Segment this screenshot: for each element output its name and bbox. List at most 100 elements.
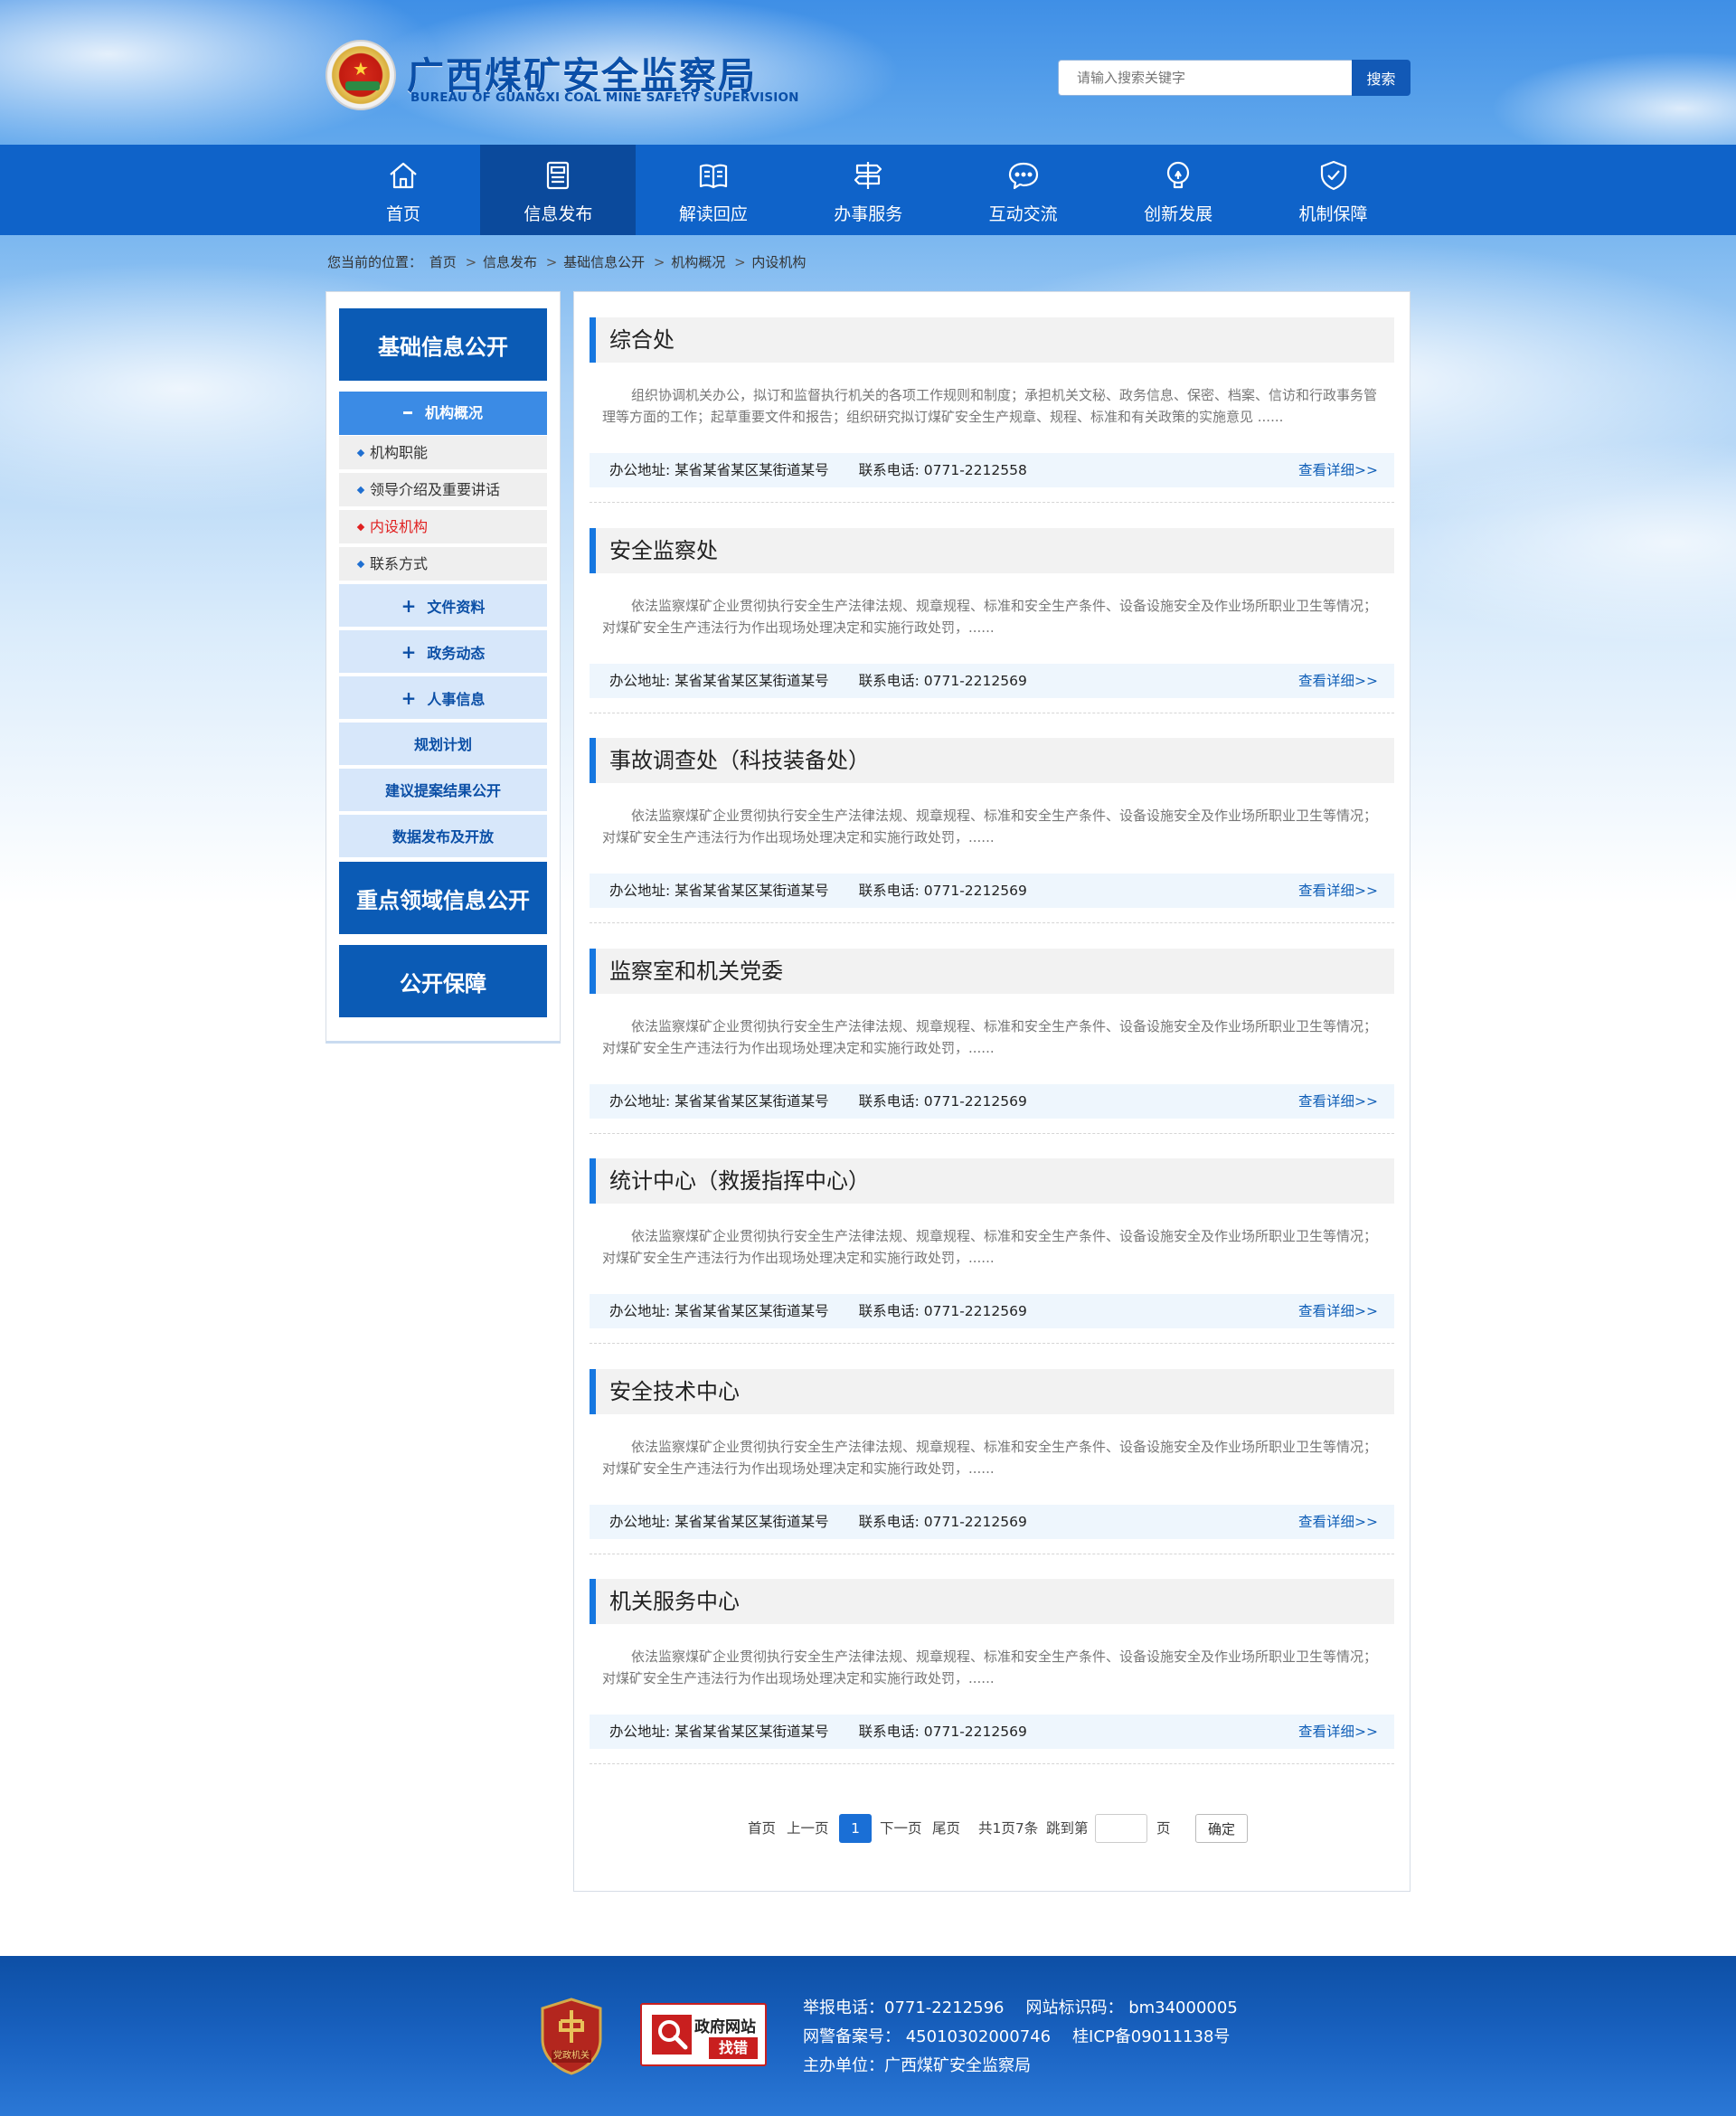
breadcrumb-item-info-release[interactable]: 信息发布 (483, 254, 537, 270)
entry-description: 依法监察煤矿企业贯彻执行安全生产法律法规、规章规程、标准和安全生产条件、设备设施… (602, 808, 1378, 845)
nav-item-home[interactable]: 首页 (326, 145, 480, 235)
search-button[interactable]: 搜索 (1352, 60, 1410, 96)
entry-phone: 联系电话: 0771-2212569 (858, 1093, 1027, 1110)
badge-text: 党政机关 (553, 2051, 590, 2061)
pager-summary: 共1页7条 (978, 1820, 1039, 1837)
newspaper-icon (547, 161, 570, 190)
entry-info: 办公地址: 某省某省某区某街道某号 联系电话: 0771-2212558 查看详… (590, 453, 1394, 487)
entry-title[interactable]: 机关服务中心 (590, 1579, 1394, 1624)
sidebar-sub-planning[interactable]: 规划计划 (339, 723, 547, 767)
entry-info: 办公地址: 某省某省某区某街道某号 联系电话: 0771-2212569 查看详… (590, 874, 1394, 908)
view-details-link[interactable]: 查看详细>> (1298, 874, 1378, 908)
breadcrumb-item-internal-org[interactable]: 内设机构 (751, 254, 806, 270)
view-details-link[interactable]: 查看详细>> (1298, 1715, 1378, 1749)
view-details-link[interactable]: 查看详细>> (1298, 453, 1378, 487)
sidebar-leaf-label: 联系方式 (370, 555, 429, 572)
sidebar-sub-gov-news[interactable]: + 政务动态 (339, 630, 547, 675)
icp-record[interactable]: 桂ICP备09011138号 (1072, 2027, 1230, 2046)
site-id: 网站标识码： bm34000005 (1025, 1998, 1238, 2017)
sidebar-section-guarantee[interactable]: 公开保障 (339, 945, 547, 1017)
pager-prev[interactable]: 上一页 (787, 1814, 829, 1843)
pager-next[interactable]: 下一页 (880, 1814, 922, 1843)
entry-info: 办公地址: 某省某省某区某街道某号 联系电话: 0771-2212569 查看详… (590, 664, 1394, 698)
nav-label: 机制保障 (1298, 204, 1368, 224)
entry-info: 办公地址: 某省某省某区某街道某号 联系电话: 0771-2212569 查看详… (590, 1715, 1394, 1749)
breadcrumb-separator: > (734, 254, 746, 270)
book-icon (699, 164, 727, 189)
entry-phone: 联系电话: 0771-2212558 (858, 462, 1027, 478)
sidebar-leaf-org-functions[interactable]: 机构职能 (339, 436, 547, 470)
nav-label: 解读回应 (678, 204, 748, 224)
gov-site-error-report-link[interactable]: 政府网站 找错 (640, 2003, 767, 2066)
org-entry: 安全技术中心 依法监察煤矿企业贯彻执行安全生产法律法规、规章规程、标准和安全生产… (590, 1369, 1394, 1554)
entry-description: 依法监察煤矿企业贯彻执行安全生产法律法规、规章规程、标准和安全生产条件、设备设施… (602, 1439, 1378, 1477)
org-entry: 综合处 组织协调机关办公，拟订和监督执行机关的各项工作规则和制度；承担机关文秘、… (590, 317, 1394, 503)
sidebar-leaf-internal-org[interactable]: 内设机构 (339, 510, 547, 544)
sidebar-leaf-contact[interactable]: 联系方式 (339, 547, 547, 581)
view-details-link[interactable]: 查看详细>> (1298, 1294, 1378, 1328)
breadcrumb-item-org-overview[interactable]: 机构概况 (671, 254, 725, 270)
site-header: ★ 广西煤矿安全监察局 BUREAU OF GUANGXI COAL MINE … (0, 0, 1736, 145)
pager-jump-label: 跳到第 (1046, 1820, 1089, 1837)
sidebar-sub-data-release[interactable]: 数据发布及开放 (339, 815, 547, 859)
breadcrumb-item-basic-info[interactable]: 基础信息公开 (563, 254, 645, 270)
breadcrumb: 您当前的位置： 首页 > 信息发布 > 基础信息公开 > 机构概况 > 内设机构 (327, 252, 808, 271)
nav-item-mechanism[interactable]: 机制保障 (1256, 145, 1410, 235)
org-entry: 统计中心（救援指挥中心） 依法监察煤矿企业贯彻执行安全生产法律法规、规章规程、标… (590, 1158, 1394, 1344)
view-details-link[interactable]: 查看详细>> (1298, 1505, 1378, 1539)
pager-unit: 页 (1156, 1820, 1171, 1837)
footer-info: 举报电话：0771-2212596 网站标识码： bm34000005 网警备案号… (803, 1994, 1238, 2081)
pager-last[interactable]: 尾页 (932, 1814, 960, 1843)
sidebar: 基础信息公开 机构概况 机构职能 领导介绍及重要讲话 内设机构 联系方式 + 文件… (326, 291, 561, 1044)
nav-item-services[interactable]: 办事服务 (790, 145, 945, 235)
search-input[interactable] (1058, 60, 1352, 96)
lightbulb-icon (1167, 161, 1190, 189)
main-nav: 首页 信息发布 解读回应 办事服务 互动交流 创新发展 机制保障 (0, 145, 1736, 235)
sidebar-sub-proposals[interactable]: 建议提案结果公开 (339, 769, 547, 813)
sidebar-sub-personnel[interactable]: + 人事信息 (339, 676, 547, 721)
site-logo[interactable]: ★ 广西煤矿安全监察局 BUREAU OF GUANGXI COAL MINE … (326, 40, 798, 112)
sidebar-leaf-label: 机构职能 (370, 444, 429, 461)
entry-title[interactable]: 安全技术中心 (590, 1369, 1394, 1414)
police-record: 网警备案号： 45010302000746 (803, 2027, 1052, 2046)
sidebar-leaf-label: 内设机构 (370, 518, 429, 535)
nav-item-innovation[interactable]: 创新发展 (1100, 145, 1255, 235)
pager-jump-input[interactable] (1095, 1814, 1147, 1843)
entry-title[interactable]: 统计中心（救援指挥中心） (590, 1158, 1394, 1204)
entry-title[interactable]: 事故调查处（科技装备处） (590, 738, 1394, 783)
nav-label: 首页 (385, 204, 420, 224)
pager-confirm-button[interactable]: 确定 (1195, 1814, 1248, 1843)
entry-phone: 联系电话: 0771-2212569 (858, 1303, 1027, 1319)
entry-phone: 联系电话: 0771-2212569 (858, 1514, 1027, 1530)
entry-info: 办公地址: 某省某省某区某街道某号 联系电话: 0771-2212569 查看详… (590, 1084, 1394, 1119)
sidebar-sub-label: 人事信息 (427, 691, 486, 708)
pager-current-page[interactable]: 1 (839, 1814, 872, 1843)
view-details-link[interactable]: 查看详细>> (1298, 1084, 1378, 1119)
sidebar-leaf-label: 领导介绍及重要讲话 (370, 481, 501, 498)
sidebar-leaf-leaders[interactable]: 领导介绍及重要讲话 (339, 473, 547, 507)
bullet-icon (356, 523, 365, 532)
plus-icon: + (401, 641, 417, 663)
entry-description: 依法监察煤矿企业贯彻执行安全生产法律法规、规章规程、标准和安全生产条件、设备设施… (602, 1228, 1378, 1266)
entry-info: 办公地址: 某省某省某区某街道某号 联系电话: 0771-2212569 查看详… (590, 1294, 1394, 1328)
plus-icon: + (401, 595, 417, 617)
sidebar-sub-label: 政务动态 (427, 645, 486, 662)
breadcrumb-item-home[interactable]: 首页 (429, 254, 457, 270)
sidebar-sub-org-overview[interactable]: 机构概况 (339, 392, 547, 435)
sidebar-section-basic-info[interactable]: 基础信息公开 (339, 308, 547, 381)
entry-title[interactable]: 监察室和机关党委 (590, 949, 1394, 994)
sidebar-sub-documents[interactable]: + 文件资料 (339, 584, 547, 628)
org-entry: 监察室和机关党委 依法监察煤矿企业贯彻执行安全生产法律法规、规章规程、标准和安全… (590, 949, 1394, 1134)
nav-item-info-release[interactable]: 信息发布 (480, 145, 636, 235)
nav-item-interpretation[interactable]: 解读回应 (636, 145, 790, 235)
pager-first[interactable]: 首页 (748, 1814, 776, 1843)
breadcrumb-separator: > (653, 254, 665, 270)
signpost-icon (854, 162, 882, 189)
sidebar-section-key-areas[interactable]: 重点领域信息公开 (339, 862, 547, 934)
nav-item-interaction[interactable]: 互动交流 (946, 145, 1100, 235)
view-details-link[interactable]: 查看详细>> (1298, 664, 1378, 698)
plus-icon: + (401, 687, 417, 709)
party-gov-badge-icon[interactable]: 党政机关 (539, 1998, 604, 2075)
entry-title[interactable]: 综合处 (590, 317, 1394, 363)
entry-title[interactable]: 安全监察处 (590, 528, 1394, 573)
